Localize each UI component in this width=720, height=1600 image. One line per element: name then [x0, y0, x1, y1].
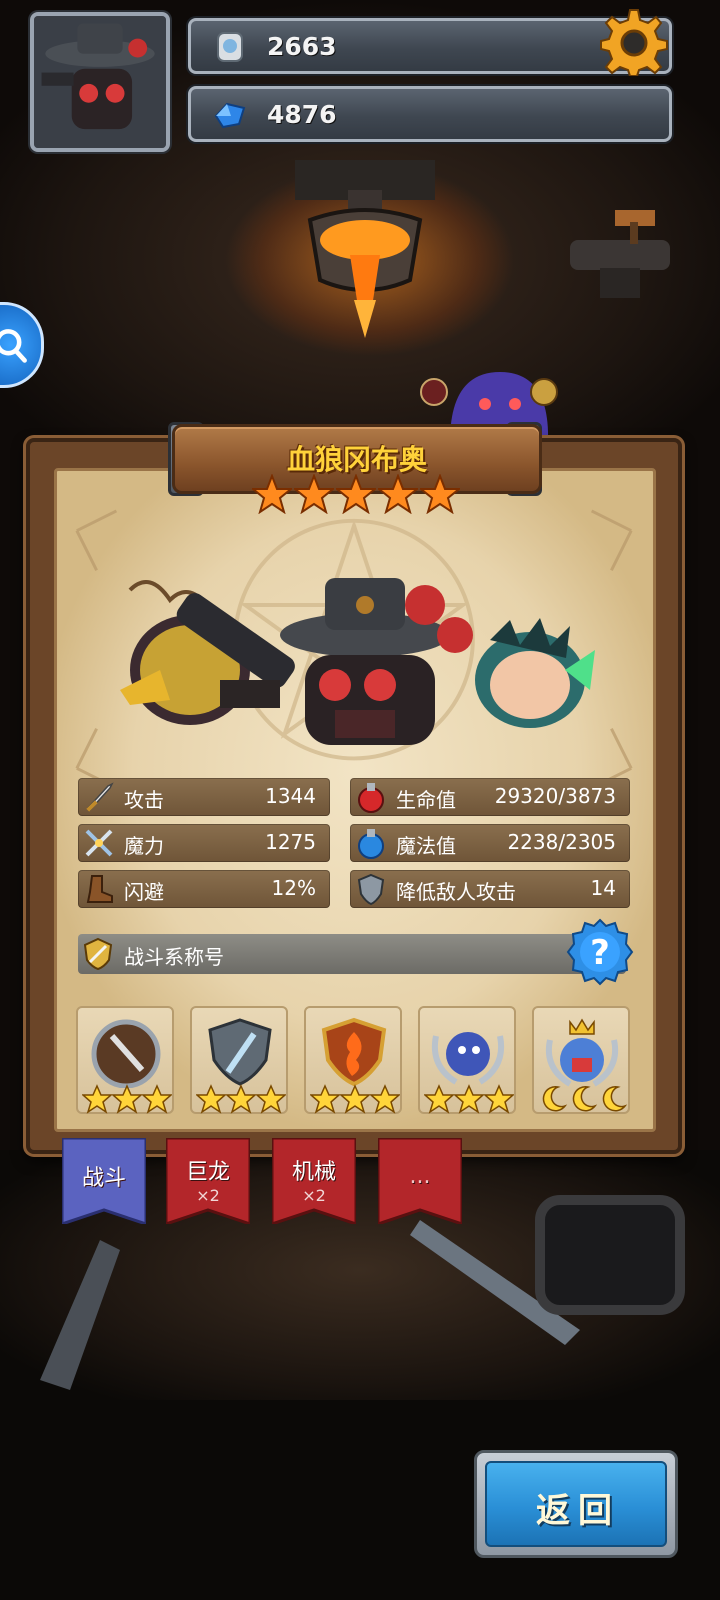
flame-shield-badge-icon [321, 1017, 387, 1087]
hero-star-icon [292, 473, 336, 515]
magic-swords-icon [85, 829, 113, 857]
badge-rank-stars [194, 1084, 288, 1114]
forge-furnace-icon [295, 160, 435, 338]
rank-star-icon [339, 1084, 371, 1114]
attack-value: 1344 [265, 784, 316, 808]
tab-dragon-label: 巨龙 [185, 1160, 230, 1185]
blue-gem-icon [214, 102, 246, 129]
badge-slot-4[interactable] [418, 1006, 516, 1114]
stat-magic: 魔力 1275 [78, 824, 330, 862]
boot-icon [86, 875, 113, 903]
silver-coin-icon [217, 32, 243, 62]
stat-defense: 降低敌人攻击 14 [350, 870, 630, 908]
rank-star-icon [81, 1084, 113, 1114]
tab-dragon-count: ×2 [196, 1186, 220, 1205]
side-search-button[interactable] [0, 302, 44, 388]
back-button-face: 返回 [485, 1461, 667, 1547]
stat-mp: 魔法值 2238/2305 [350, 824, 630, 862]
battle-title-label: 战斗系称号 [124, 945, 224, 969]
silver-amount: 2663 [267, 32, 337, 61]
shield-icon [357, 873, 385, 906]
rank-star-icon [195, 1084, 227, 1114]
dodge-label: 闪避 [124, 880, 164, 904]
tab-more[interactable]: ... [378, 1138, 462, 1224]
sword-icon [86, 782, 114, 812]
badge-slot-1[interactable] [76, 1006, 174, 1114]
magic-value: 1275 [265, 830, 316, 854]
defense-value: 14 [590, 876, 616, 900]
back-button[interactable]: 返回 [474, 1450, 678, 1558]
attack-label: 攻击 [124, 788, 164, 812]
rank-moon-icon [568, 1084, 598, 1114]
help-question-icon[interactable]: ? [566, 918, 634, 986]
stat-attack: 攻击 1344 [78, 778, 330, 816]
crowned-laurel-badge-icon [546, 1018, 618, 1087]
rank-star-icon [369, 1084, 401, 1114]
settings-gear-icon[interactable] [600, 8, 668, 76]
rank-star-icon [141, 1084, 173, 1114]
tab-machine-label: 机械 [291, 1160, 336, 1185]
hero-star-icon [334, 473, 378, 515]
rank-star-icon [255, 1084, 287, 1114]
mp-label: 魔法值 [396, 834, 456, 858]
badge-rank-stars [80, 1084, 174, 1114]
rank-star-icon [453, 1084, 485, 1114]
rank-moon-icon [538, 1084, 568, 1114]
tab-machine-count: ×2 [302, 1186, 326, 1205]
badge-rank-moons [536, 1084, 630, 1114]
hero-star-rating [250, 473, 462, 515]
tab-more-label: ... [409, 1164, 431, 1189]
laurel-beast-badge-icon [432, 1032, 504, 1085]
rank-star-icon [111, 1084, 143, 1114]
badge-slot-2[interactable] [190, 1006, 288, 1114]
badge-slot-3[interactable] [304, 1006, 402, 1114]
magic-label: 魔力 [124, 834, 164, 858]
defense-label: 降低敌人攻击 [396, 880, 516, 904]
tab-battle[interactable]: 战斗 [62, 1138, 146, 1224]
svg-text:?: ? [590, 933, 610, 973]
hp-value: 29320/3873 [494, 784, 616, 808]
round-shield-dagger-badge-icon [91, 1019, 161, 1088]
rank-star-icon [309, 1084, 341, 1114]
rank-star-icon [225, 1084, 257, 1114]
tab-machine[interactable]: 机械 ×2 [272, 1138, 356, 1224]
anvil-icon [570, 210, 670, 298]
tab-dragon[interactable]: 巨龙 ×2 [166, 1138, 250, 1224]
gem-amount: 4876 [267, 100, 337, 129]
hero-star-icon [250, 473, 294, 515]
steel-shield-sword-badge-icon [208, 1018, 272, 1086]
hero-star-icon [418, 473, 462, 515]
hero-name: 血狼冈布奥 [286, 443, 427, 476]
blue-potion-icon [358, 829, 384, 859]
hero-star-icon [376, 473, 420, 515]
back-button-label: 返回 [536, 1491, 620, 1531]
mp-value: 2238/2305 [507, 830, 616, 854]
stat-hp: 生命值 29320/3873 [350, 778, 630, 816]
magnifier-icon [0, 329, 27, 363]
rank-moon-icon [598, 1084, 628, 1114]
hp-label: 生命值 [396, 788, 456, 812]
stat-dodge: 闪避 12% [78, 870, 330, 908]
badge-rank-stars [422, 1084, 516, 1114]
badge-rank-stars [308, 1084, 402, 1114]
dodge-value: 12% [271, 876, 316, 900]
title-medal-icon [83, 937, 113, 971]
rank-star-icon [483, 1084, 515, 1114]
player-avatar[interactable] [30, 12, 170, 152]
badge-slot-5[interactable] [532, 1006, 630, 1114]
gem-currency-bar: 4876 [188, 86, 672, 142]
hero-portrait-icon [34, 16, 166, 148]
hero-group-illustration[interactable] [110, 560, 600, 760]
tab-battle-label: 战斗 [81, 1166, 126, 1191]
red-potion-icon [358, 783, 384, 813]
battle-title-row[interactable]: 战斗系称号 [78, 934, 626, 974]
rank-star-icon [423, 1084, 455, 1114]
